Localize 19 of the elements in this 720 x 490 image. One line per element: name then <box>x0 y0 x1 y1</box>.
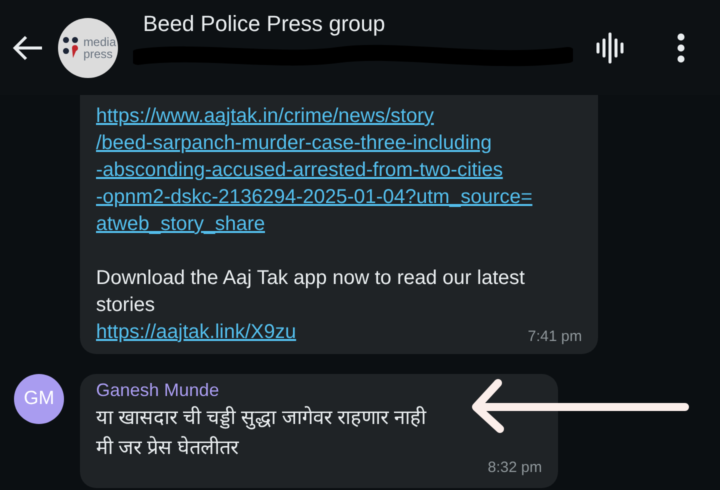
message-link[interactable]: -absconding-accused-arrested-from-two-cities <box>96 157 582 184</box>
logo-text: press <box>83 48 114 60</box>
message-link[interactable]: https://aajtak.link/X9zu <box>96 319 296 346</box>
message-time: 7:41 pm <box>528 326 582 346</box>
message-link[interactable]: /beed-sarpanch-murder-case-three-including <box>96 130 582 157</box>
sender-name: Ganesh Munde <box>96 379 220 402</box>
chat-title: Beed Police Press group <box>143 10 386 38</box>
message-link[interactable]: -opnm2-dskc-2136294-2025-01-04?utm_source= <box>96 184 582 211</box>
message-text: मी जर प्रेस घेतलीतर <box>96 435 240 461</box>
logo-text: media <box>83 36 116 48</box>
message-link[interactable]: https://www.aajtak.in/crime/news/story <box>96 103 582 130</box>
message-link[interactable]: atweb_story_share <box>96 211 582 238</box>
message-text: Download the Aaj Tak app now to read our latest stories <box>96 266 526 318</box>
message-text: या खासदार ची चड्डी सुद्धा जागेवर राहणार नाही <box>96 405 428 432</box>
menu-icon[interactable] <box>676 32 686 62</box>
voice-chat-icon[interactable] <box>594 32 626 64</box>
back-arrow-icon[interactable] <box>12 34 44 62</box>
dots-logo-icon <box>63 36 80 60</box>
message-time: 8:32 pm <box>488 458 542 478</box>
